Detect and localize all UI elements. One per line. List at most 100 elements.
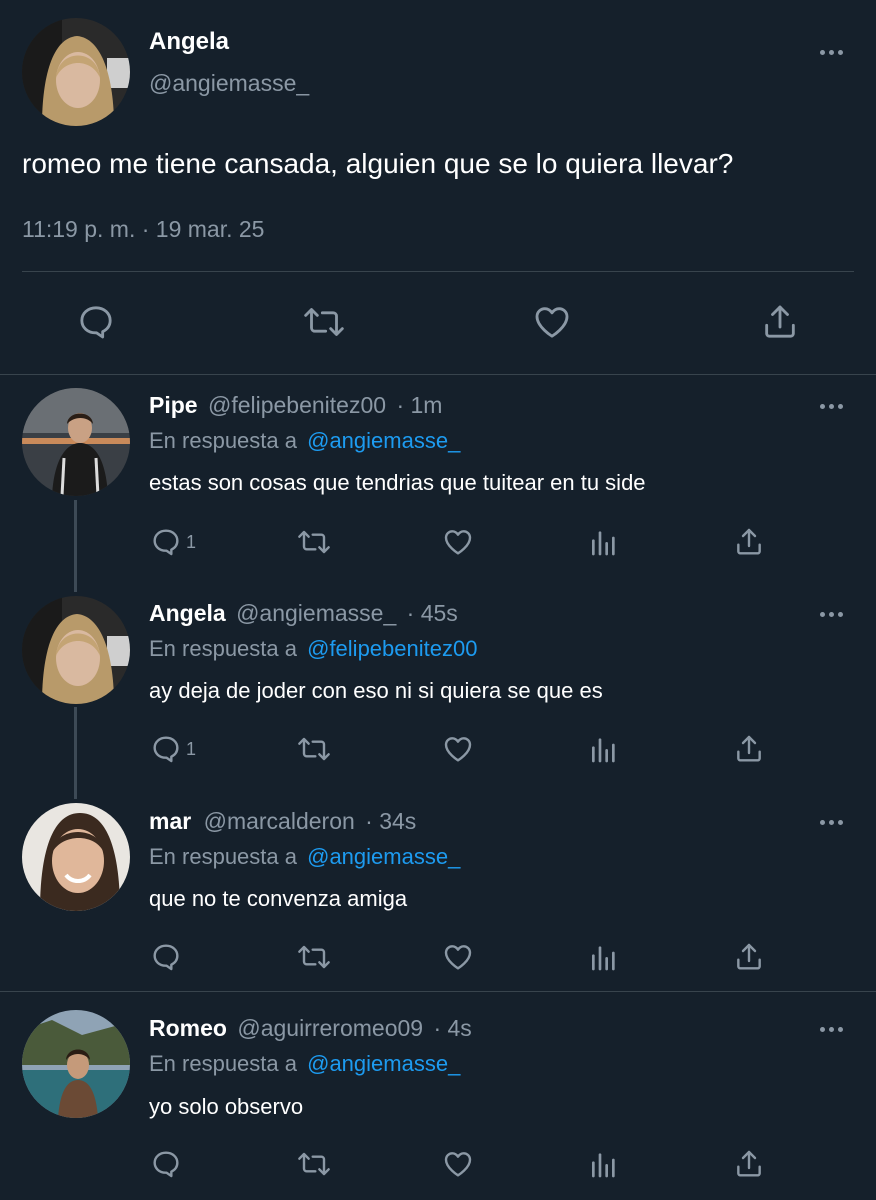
reply-text: estas son cosas que tendrias que tuitear…	[149, 470, 646, 495]
reply-header: Romeo @aguirreromeo09 · 4s	[149, 1015, 472, 1042]
like-button[interactable]	[531, 302, 573, 342]
reply-prefix: En respuesta a	[149, 428, 297, 453]
reply-icon	[80, 306, 112, 339]
reply-header: Pipe @felipebenitez00 · 1m	[149, 392, 442, 419]
author-handle[interactable]: @angiemasse_	[236, 600, 396, 626]
share-button[interactable]	[760, 302, 800, 342]
analytics-button[interactable]	[588, 733, 620, 765]
more-icon[interactable]	[816, 400, 846, 412]
analytics-button[interactable]	[588, 526, 620, 558]
share-button[interactable]	[733, 941, 765, 973]
avatar[interactable]	[22, 803, 130, 911]
thread-connector	[74, 707, 77, 799]
reply-icon	[153, 736, 179, 763]
reply-button[interactable]	[150, 941, 182, 973]
reply-prefix: En respuesta a	[149, 636, 297, 661]
like-icon	[535, 307, 569, 338]
author-name[interactable]: Angela	[149, 600, 226, 626]
share-icon	[737, 528, 761, 555]
retweet-button[interactable]	[296, 526, 332, 558]
author-name[interactable]: Pipe	[149, 392, 198, 418]
like-icon	[444, 945, 472, 970]
reply-text: yo solo observo	[149, 1094, 304, 1119]
thread-connector	[74, 500, 77, 592]
share-icon	[737, 1150, 761, 1177]
share-icon	[737, 943, 761, 970]
retweet-icon	[304, 308, 344, 336]
reply-context: En respuesta a @angiemasse_	[149, 844, 460, 870]
analytics-button[interactable]	[588, 941, 620, 973]
reply-icon	[153, 944, 179, 971]
analytics-icon	[592, 738, 615, 763]
reply-text: ay deja de joder con eso ni si quiera se…	[149, 678, 603, 703]
reply-time[interactable]: · 34s	[365, 808, 416, 834]
analytics-icon	[592, 531, 615, 556]
more-icon[interactable]	[816, 46, 846, 58]
mention-link[interactable]: @felipebenitez00	[307, 636, 477, 661]
retweet-button[interactable]	[296, 941, 332, 973]
like-button[interactable]	[441, 941, 475, 973]
more-icon[interactable]	[816, 608, 846, 620]
analytics-icon	[592, 1153, 615, 1178]
reply-icon	[153, 529, 179, 556]
avatar[interactable]	[22, 596, 130, 704]
divider	[0, 374, 876, 375]
reply-time[interactable]: · 45s	[407, 600, 458, 626]
share-button[interactable]	[733, 733, 765, 765]
mention-link[interactable]: @angiemasse_	[307, 1051, 460, 1076]
retweet-icon	[298, 530, 330, 554]
analytics-button[interactable]	[588, 1148, 620, 1180]
mention-link[interactable]: @angiemasse_	[307, 428, 460, 453]
divider	[22, 271, 854, 272]
author-name[interactable]: mar	[149, 808, 191, 834]
author-handle[interactable]: @felipebenitez00	[208, 392, 386, 418]
retweet-button[interactable]	[302, 302, 346, 342]
author-name[interactable]: Angela	[149, 28, 229, 56]
reply-prefix: En respuesta a	[149, 1051, 297, 1076]
share-button[interactable]	[733, 526, 765, 558]
retweet-icon	[298, 1152, 330, 1176]
retweet-button[interactable]	[296, 1148, 332, 1180]
divider	[0, 991, 876, 992]
like-icon	[444, 530, 472, 555]
reply-count: 1	[186, 738, 197, 759]
avatar[interactable]	[22, 388, 130, 496]
mention-link[interactable]: @angiemasse_	[307, 844, 460, 869]
reply-text: que no te convenza amiga	[149, 886, 408, 911]
reply-button[interactable]: 1	[150, 733, 196, 765]
author-handle[interactable]: @angiemasse_	[149, 70, 309, 97]
reply-count: 1	[186, 531, 197, 552]
retweet-icon	[298, 945, 330, 969]
reply-icon	[153, 1151, 179, 1178]
more-icon[interactable]	[816, 1023, 846, 1035]
retweet-button[interactable]	[296, 733, 332, 765]
author-name[interactable]: Romeo	[149, 1015, 227, 1041]
like-icon	[444, 1152, 472, 1177]
reply-header: Angela @angiemasse_ · 45s	[149, 600, 458, 627]
like-button[interactable]	[441, 1148, 475, 1180]
share-icon	[737, 735, 761, 762]
analytics-icon	[592, 946, 615, 971]
reply-button[interactable]	[150, 1148, 182, 1180]
tweet-timestamp[interactable]: 11:19 p. m. · 19 mar. 25	[22, 216, 264, 243]
reply-time[interactable]: · 4s	[433, 1015, 471, 1041]
tweet-text: romeo me tiene cansada, alguien que se l…	[22, 148, 734, 179]
author-handle[interactable]: @aguirreromeo09	[237, 1015, 423, 1041]
reply-prefix: En respuesta a	[149, 844, 297, 869]
avatar[interactable]	[22, 1010, 130, 1118]
reply-time[interactable]: · 1m	[396, 392, 442, 418]
share-button[interactable]	[733, 1148, 765, 1180]
like-button[interactable]	[441, 733, 475, 765]
reply-header: mar @marcalderon · 34s	[149, 808, 416, 835]
reply-context: En respuesta a @angiemasse_	[149, 1051, 460, 1077]
reply-context: En respuesta a @felipebenitez00	[149, 636, 477, 662]
reply-button[interactable]: 1	[150, 526, 196, 558]
reply-context: En respuesta a @angiemasse_	[149, 428, 460, 454]
like-icon	[444, 737, 472, 762]
retweet-icon	[298, 737, 330, 761]
avatar[interactable]	[22, 18, 130, 126]
reply-button[interactable]	[76, 302, 116, 342]
like-button[interactable]	[441, 526, 475, 558]
author-handle[interactable]: @marcalderon	[204, 808, 355, 834]
more-icon[interactable]	[816, 816, 846, 828]
